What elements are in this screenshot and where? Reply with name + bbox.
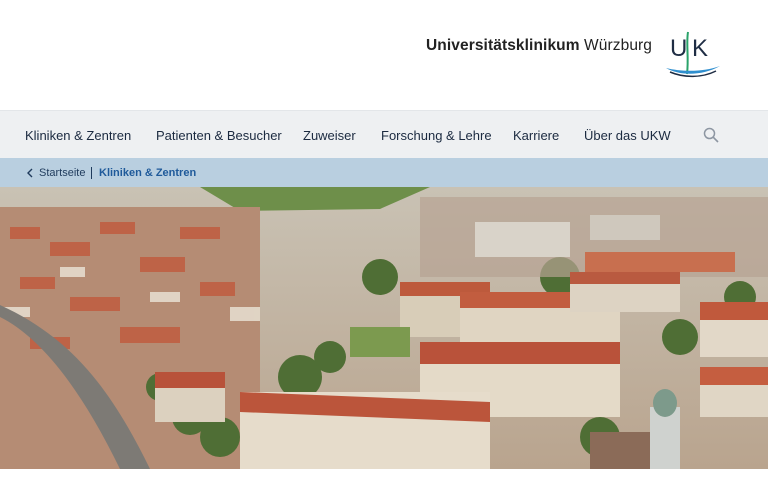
nav-item-patienten[interactable]: Patienten & Besucher [156, 128, 282, 143]
nav-item-kliniken[interactable]: Kliniken & Zentren [25, 128, 131, 143]
site-header: Universitätsklinikum Würzburg U K [0, 0, 768, 110]
nav-item-zuweiser[interactable]: Zuweiser [303, 128, 356, 143]
hero-aerial-photo [0, 187, 768, 469]
svg-text:K: K [692, 35, 708, 62]
brand-name[interactable]: Universitätsklinikum Würzburg [426, 37, 652, 55]
nav-item-ueber[interactable]: Über das UKW [584, 128, 671, 143]
nav-item-karriere[interactable]: Karriere [513, 128, 559, 143]
brand-name-bold: Universitätsklinikum [426, 37, 580, 54]
nav-item-forschung[interactable]: Forschung & Lehre [381, 128, 492, 143]
ukw-logo-icon[interactable]: U K [662, 28, 724, 82]
breadcrumb-separator [91, 167, 92, 179]
chevron-left-icon[interactable] [26, 168, 33, 178]
svg-text:U: U [670, 35, 687, 62]
breadcrumb-home-link[interactable]: Startseite [39, 167, 85, 179]
breadcrumb-current: Kliniken & Zentren [99, 167, 197, 179]
aerial-city-image [0, 187, 768, 469]
search-icon[interactable] [703, 127, 719, 143]
brand-name-city: Würzburg [584, 37, 653, 54]
